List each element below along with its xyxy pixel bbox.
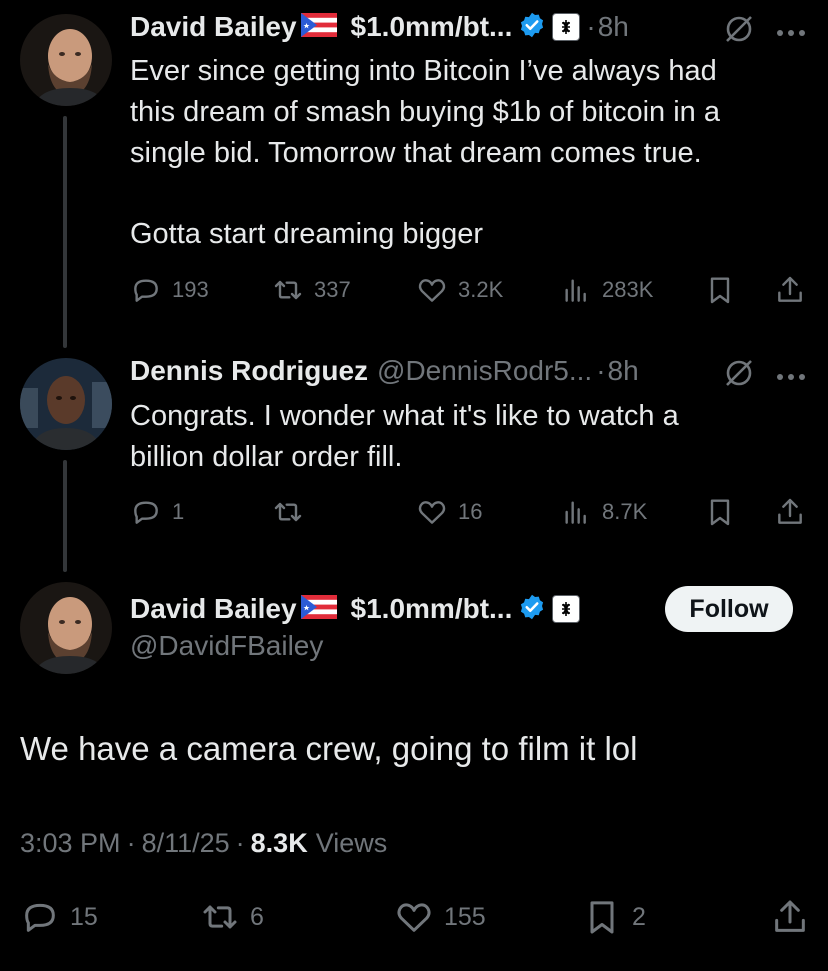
views-label: Views xyxy=(315,828,388,858)
tweet-text-line: Ever since getting into Bitcoin I’ve alw… xyxy=(130,55,717,87)
reply-button[interactable]: 1 xyxy=(130,496,184,528)
author-name[interactable]: Dennis Rodriguez xyxy=(130,355,368,387)
author-name[interactable]: David Bailey xyxy=(130,11,297,43)
like-count: 155 xyxy=(444,902,486,931)
repost-button[interactable] xyxy=(272,496,304,528)
verified-icon xyxy=(518,593,546,626)
separator-dot: · xyxy=(235,828,245,858)
views-button[interactable]: 8.7K xyxy=(560,496,647,528)
tweet2-text: Congrats. I wonder what it's like to wat… xyxy=(130,396,810,478)
repost-button[interactable]: 337 xyxy=(272,274,351,306)
avatar[interactable] xyxy=(20,582,112,674)
avatar[interactable] xyxy=(20,358,112,450)
puerto-rico-flag-icon xyxy=(300,594,337,624)
author-name[interactable]: David Bailey xyxy=(130,593,297,625)
main-tweet-header: David Bailey $1.0mm/bt... xyxy=(130,590,581,628)
bookmark-count: 2 xyxy=(632,902,646,931)
views-button[interactable]: 283K xyxy=(560,274,653,306)
tweet-text-line: Gotta start dreaming bigger xyxy=(130,218,484,250)
like-count: 3.2K xyxy=(458,277,504,302)
grok-icon[interactable] xyxy=(722,356,756,395)
reply-icon xyxy=(20,897,60,937)
author-title[interactable]: $1.0mm/bt... xyxy=(351,11,513,43)
heart-icon xyxy=(416,496,448,528)
separator-dot: · xyxy=(126,828,136,858)
reply-icon xyxy=(130,274,162,306)
more-icon[interactable] xyxy=(776,368,806,386)
heart-icon xyxy=(416,274,448,306)
reply-count: 15 xyxy=(70,902,98,931)
bookmark-button[interactable]: 2 xyxy=(582,897,646,937)
reply-button[interactable]: 15 xyxy=(20,897,98,937)
affiliate-badge-icon[interactable] xyxy=(552,13,581,41)
follow-button[interactable]: Follow xyxy=(665,586,793,632)
share-icon[interactable] xyxy=(770,897,810,942)
repost-count: 6 xyxy=(250,902,264,931)
like-button[interactable]: 16 xyxy=(416,496,482,528)
views-count: 8.7K xyxy=(602,499,648,524)
reply-icon xyxy=(130,496,162,528)
tweet-time[interactable]: 8h xyxy=(608,355,639,387)
tweet-time[interactable]: 3:03 PM xyxy=(20,828,121,859)
verified-icon xyxy=(518,11,546,44)
repost-icon xyxy=(200,897,240,937)
like-button[interactable]: 155 xyxy=(394,897,486,937)
separator-dot: · xyxy=(586,11,596,42)
thread-line-1 xyxy=(63,116,67,348)
author-title[interactable]: $1.0mm/bt... xyxy=(351,593,513,625)
heart-icon xyxy=(394,897,434,937)
repost-count: 337 xyxy=(314,277,351,302)
views-icon xyxy=(560,274,592,306)
share-icon[interactable] xyxy=(774,496,806,533)
author-handle[interactable]: @DennisRodr5... xyxy=(377,355,592,387)
repost-button[interactable]: 6 xyxy=(200,897,264,937)
tweet-meta: 3:03 PM · 8/11/25 · 8.3K Views xyxy=(20,828,387,859)
like-count: 16 xyxy=(458,499,483,524)
more-icon[interactable] xyxy=(776,24,806,42)
tweet1-header: David Bailey $1.0mm/bt... · 8h xyxy=(130,8,629,46)
reply-button[interactable]: 193 xyxy=(130,274,209,306)
tweet-time[interactable]: 8h xyxy=(598,11,629,43)
thread-line-2 xyxy=(63,460,67,572)
bookmark-icon xyxy=(582,897,622,937)
views-count: 8.3K xyxy=(250,828,308,858)
affiliate-badge-icon[interactable] xyxy=(552,595,581,623)
separator-dot: · xyxy=(596,355,606,386)
bookmark-icon[interactable] xyxy=(704,274,736,311)
tweet1-text: Ever since getting into Bitcoin I’ve alw… xyxy=(130,51,810,255)
author-handle[interactable]: @DavidFBailey xyxy=(130,630,323,662)
tweet-date[interactable]: 8/11/25 xyxy=(142,828,230,859)
repost-icon xyxy=(272,496,304,528)
tweet-text-line: billion dollar order fill. xyxy=(130,441,403,473)
tweet-text-line: single bid. Tomorrow that dream comes tr… xyxy=(130,137,702,169)
puerto-rico-flag-icon xyxy=(300,12,337,42)
views-icon xyxy=(560,496,592,528)
share-icon[interactable] xyxy=(774,274,806,311)
repost-icon xyxy=(272,274,304,306)
like-button[interactable]: 3.2K xyxy=(416,274,503,306)
bookmark-icon[interactable] xyxy=(704,496,736,533)
main-tweet-text: We have a camera crew, going to film it … xyxy=(20,730,638,767)
tweet2-header: Dennis Rodriguez @DennisRodr5... · 8h xyxy=(130,352,639,390)
reply-count: 193 xyxy=(172,277,209,302)
tweet-text-line: this dream of smash buying $1b of bitcoi… xyxy=(130,96,720,128)
grok-icon[interactable] xyxy=(722,12,756,51)
views-count: 283K xyxy=(602,277,654,302)
reply-count: 1 xyxy=(172,499,185,524)
avatar[interactable] xyxy=(20,14,112,106)
tweet-text-line: Congrats. I wonder what it's like to wat… xyxy=(130,400,679,432)
